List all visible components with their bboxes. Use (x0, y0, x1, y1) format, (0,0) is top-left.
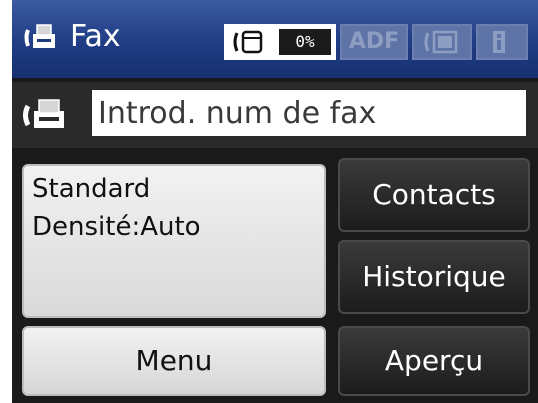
fax-machine-icon (23, 99, 64, 128)
contacts-button[interactable]: Contacts (338, 158, 530, 232)
menu-button[interactable]: Menu (22, 326, 326, 396)
info-status-badge (476, 24, 528, 60)
resolution-setting: Standard (32, 174, 151, 204)
preview-button[interactable]: Aperçu (338, 326, 530, 396)
header-bar: Fax 0% ADF (12, 0, 538, 78)
memory-status-badge: 0% (224, 24, 336, 60)
fax-number-input[interactable] (92, 90, 526, 136)
fax-number-row (12, 82, 538, 148)
fax-screen: Fax 0% ADF Introd. num de fax Standard D… (12, 0, 538, 403)
fax-machine-icon (24, 24, 55, 48)
sheet-icon (424, 30, 458, 54)
sheet-status-badge (412, 24, 472, 60)
memory-card-icon (233, 30, 263, 54)
info-icon (493, 31, 505, 53)
page-title: Fax (70, 19, 121, 54)
adf-status-badge: ADF (340, 24, 408, 60)
density-setting: Densité:Auto (32, 212, 201, 242)
history-button[interactable]: Historique (338, 240, 530, 314)
scan-settings-button[interactable]: Standard Densité:Auto (22, 164, 326, 318)
memory-level: 0% (279, 29, 331, 55)
